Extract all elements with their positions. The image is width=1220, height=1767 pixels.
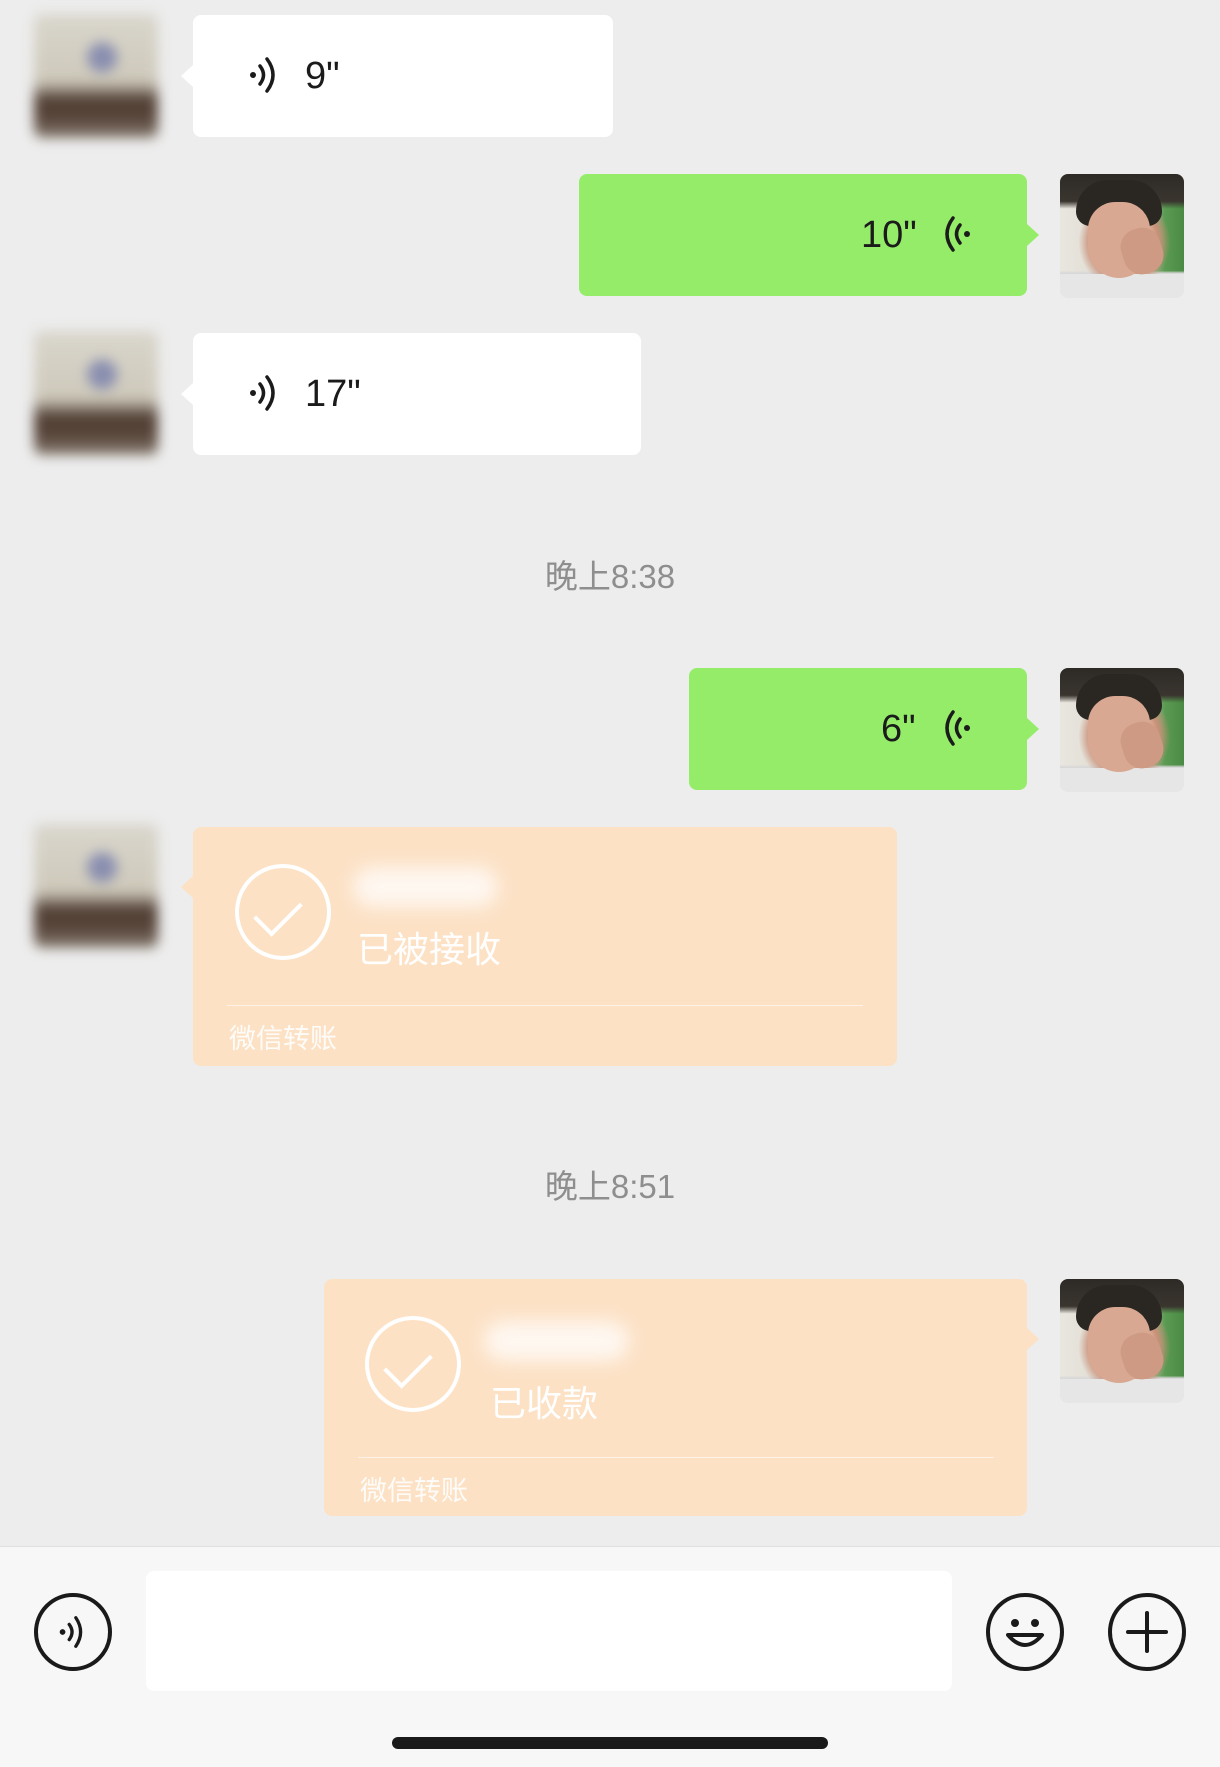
timestamp: 晚上8:38: [544, 558, 676, 595]
bubble-tail: [1027, 224, 1039, 246]
divider: [227, 1005, 863, 1006]
transfer-status: 已被接收: [357, 930, 502, 971]
voice-wave-icon: [250, 57, 275, 93]
bubble-tail: [181, 383, 193, 405]
transfer-label: 微信转账: [229, 1024, 337, 1055]
voice-message-received[interactable]: 17": [193, 333, 641, 455]
bubble-tail: [1027, 1328, 1039, 1350]
contact-avatar[interactable]: [34, 14, 158, 138]
transfer-status: 已收款: [490, 1384, 599, 1425]
input-bar: [0, 1546, 1220, 1767]
home-indicator: [392, 1737, 828, 1749]
bubble-tail: [1027, 718, 1039, 740]
my-avatar[interactable]: [1060, 668, 1184, 792]
voice-message-sent[interactable]: 10": [579, 174, 1027, 296]
more-button[interactable]: [1108, 1593, 1186, 1671]
check-circle-icon: [235, 864, 331, 960]
transfer-card-sent[interactable]: 已收款 微信转账: [324, 1279, 1027, 1516]
transfer-card-received[interactable]: 已被接收 微信转账: [193, 827, 897, 1066]
voice-duration: 17": [305, 373, 361, 415]
divider: [358, 1457, 994, 1458]
emoji-button[interactable]: [986, 1593, 1064, 1671]
transfer-amount-redacted: [353, 867, 498, 907]
voice-wave-icon: [945, 710, 970, 746]
voice-duration: 6": [881, 708, 916, 750]
my-avatar[interactable]: [1060, 174, 1184, 298]
voice-icon: [59, 1616, 83, 1648]
voice-duration: 9": [305, 55, 340, 97]
timestamp: 晚上8:51: [544, 1168, 676, 1205]
my-avatar[interactable]: [1060, 1279, 1184, 1403]
contact-avatar[interactable]: [34, 824, 158, 948]
bubble-tail: [181, 65, 193, 87]
plus-icon: [1126, 1611, 1168, 1653]
transfer-amount-redacted: [484, 1321, 629, 1361]
message-input[interactable]: [146, 1571, 952, 1691]
check-circle-icon: [365, 1316, 461, 1412]
contact-avatar[interactable]: [34, 331, 158, 455]
voice-toggle-button[interactable]: [34, 1593, 112, 1671]
transfer-label: 微信转账: [360, 1476, 468, 1507]
voice-duration: 10": [861, 214, 917, 256]
voice-message-sent[interactable]: 6": [689, 668, 1027, 790]
voice-wave-icon: [945, 216, 970, 252]
voice-message-received[interactable]: 9": [193, 15, 613, 137]
bubble-tail: [181, 876, 193, 898]
voice-wave-icon: [250, 375, 275, 411]
emoji-icon: [1006, 1619, 1044, 1647]
